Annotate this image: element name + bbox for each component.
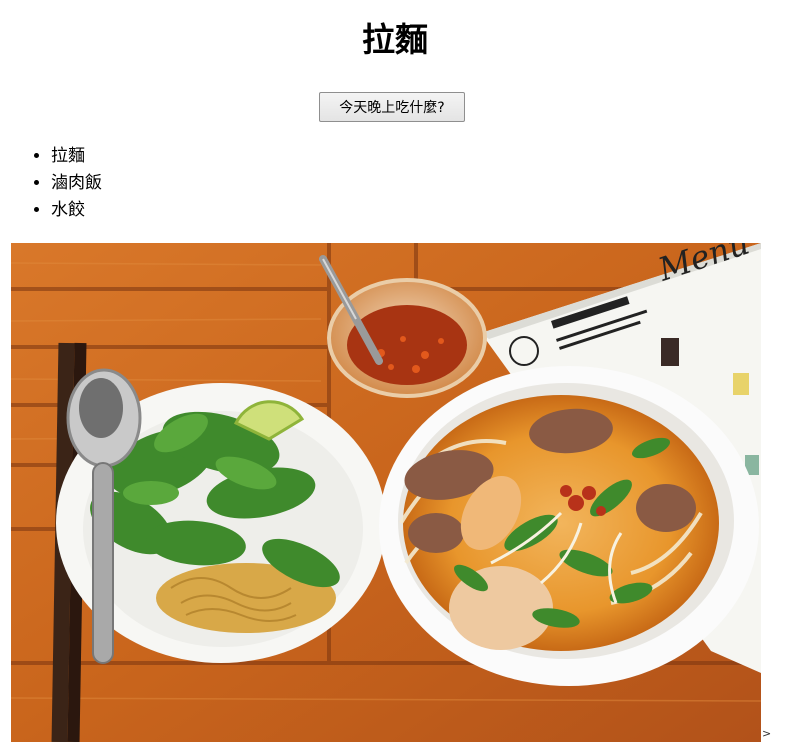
list-item: 拉麵 — [51, 143, 102, 170]
what-to-eat-button[interactable]: 今天晚上吃什麼? — [319, 92, 465, 122]
food-list: 拉麵 滷肉飯 水餃 — [51, 143, 102, 224]
trailing-text: > — [762, 727, 772, 740]
noodle-soup-image: Menu — [11, 243, 761, 742]
list-item: 滷肉飯 — [51, 170, 102, 197]
page-title: 拉麵 — [362, 20, 428, 59]
list-item: 水餃 — [51, 197, 102, 224]
food-photo: Menu — [11, 243, 761, 742]
